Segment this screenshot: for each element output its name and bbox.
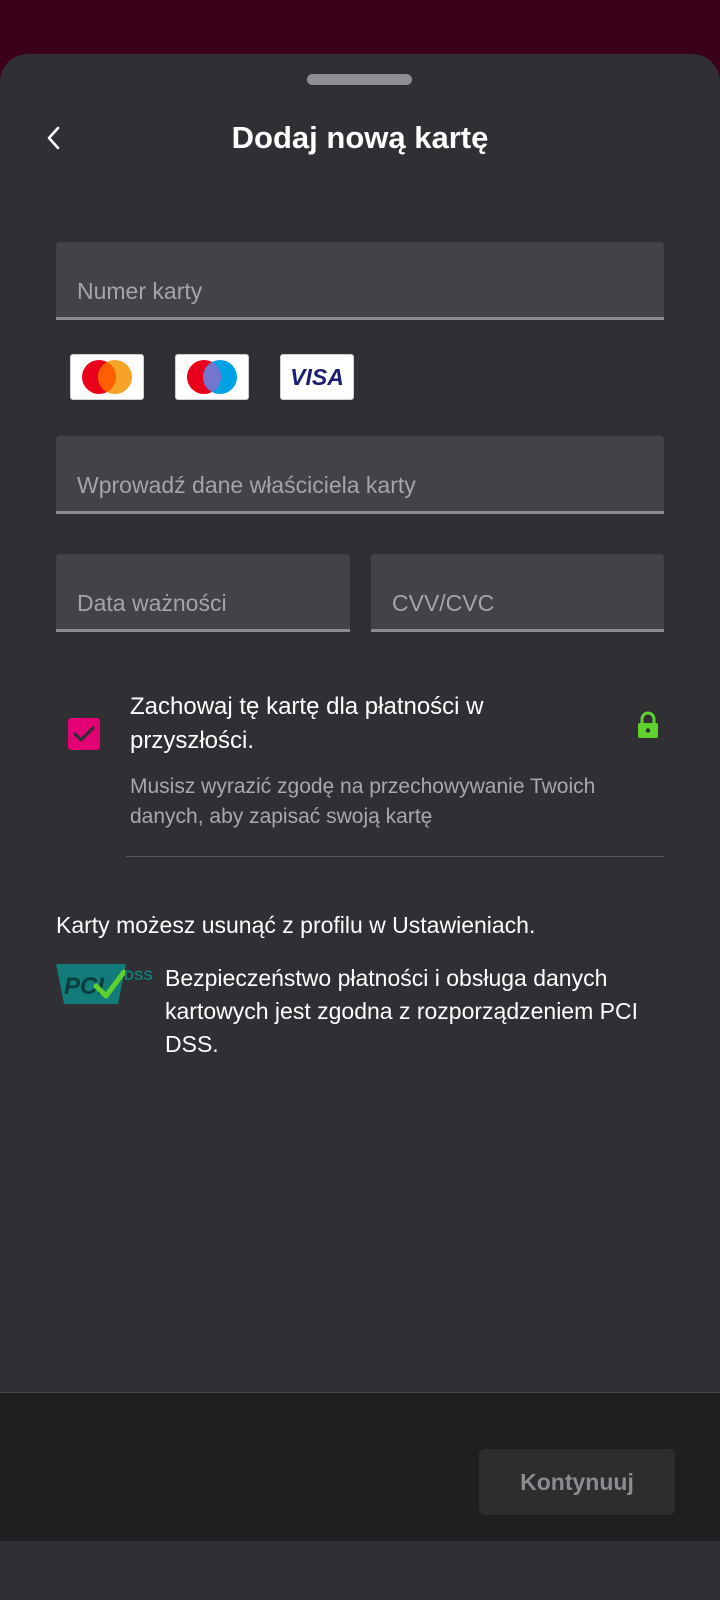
- save-card-description: Musisz wyrazić zgodę na przechowywanie T…: [130, 775, 596, 828]
- remove-cards-info: Karty możesz usunąć z profilu w Ustawien…: [56, 912, 536, 938]
- expiry-input[interactable]: [77, 590, 334, 617]
- cvv-input[interactable]: [392, 590, 648, 617]
- mastercard-logo: [70, 354, 144, 400]
- expiry-field[interactable]: [56, 554, 350, 632]
- card-brands: VISA: [70, 354, 385, 400]
- save-card-checkbox[interactable]: [68, 718, 100, 750]
- pci-dss-logo: PCI DSS: [56, 964, 153, 1004]
- visa-logo: VISA: [280, 354, 354, 400]
- save-card-label: Zachowaj tę kartę dla płatności w przysz…: [130, 693, 484, 754]
- divider: [126, 856, 664, 857]
- card-number-field[interactable]: [56, 242, 664, 320]
- card-number-input[interactable]: [77, 278, 648, 305]
- cardholder-input[interactable]: [77, 472, 648, 499]
- page-title: Dodaj nową kartę: [231, 120, 489, 155]
- cvv-field[interactable]: [371, 554, 664, 632]
- lock-icon: [638, 711, 658, 738]
- drag-handle[interactable]: [307, 74, 412, 85]
- visa-logo-text: VISA: [290, 363, 344, 390]
- cardholder-field[interactable]: [56, 436, 664, 514]
- maestro-logo: [175, 354, 249, 400]
- footer-bar: Kontynuuj: [0, 1392, 720, 1541]
- bottom-sheet: Dodaj nową kartę VISA: [0, 54, 720, 1600]
- continue-button[interactable]: Kontynuuj: [479, 1449, 675, 1515]
- svg-text:DSS: DSS: [124, 967, 153, 983]
- pci-dss-info: Bezpieczeństwo płatności i obsługa danyc…: [165, 965, 638, 1057]
- checkmark-icon: [73, 726, 95, 742]
